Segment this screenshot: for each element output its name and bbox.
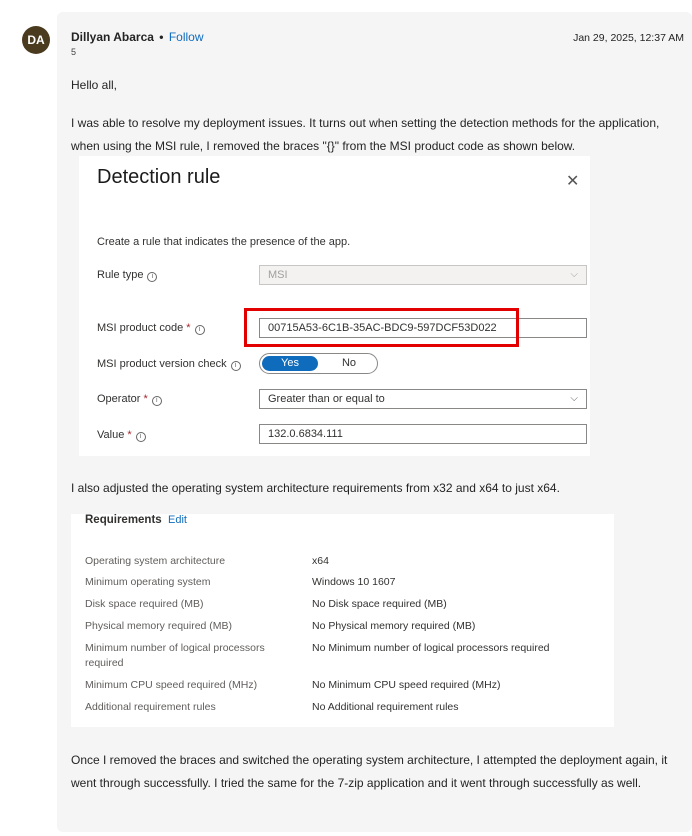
operator-label-text: Operator: [97, 393, 141, 405]
toggle-yes[interactable]: Yes: [262, 356, 318, 371]
info-icon[interactable]: i: [151, 396, 162, 406]
version-check-toggle[interactable]: Yes No: [259, 353, 378, 374]
required-asterisk: *: [127, 429, 132, 441]
paragraph-architecture: I also adjusted the operating system arc…: [71, 481, 560, 495]
toggle-no[interactable]: No: [322, 356, 376, 371]
operator-label: Operator * i: [97, 393, 162, 406]
post-date: Jan 29, 2025, 12:37 AM: [573, 32, 684, 44]
required-asterisk: *: [186, 322, 191, 334]
info-icon[interactable]: i: [230, 361, 241, 371]
requirement-key: Additional requirement rules: [85, 701, 216, 713]
info-icon[interactable]: i: [194, 325, 205, 335]
requirement-value: No Additional requirement rules: [312, 701, 459, 713]
paragraph-greeting: Hello all,: [71, 78, 118, 92]
version-check-label-text: MSI product version check: [97, 358, 227, 370]
requirement-value: No Disk space required (MB): [312, 598, 447, 610]
operator-select[interactable]: Greater than or equal to ⌵: [259, 389, 587, 409]
detection-rule-description: Create a rule that indicates the presenc…: [97, 236, 351, 248]
requirements-edit-link[interactable]: Edit: [168, 514, 187, 526]
product-code-label: MSI product code * i: [97, 322, 205, 335]
value-label-text: Value: [97, 429, 125, 441]
requirement-value: x64: [312, 555, 329, 567]
red-highlight-box: [244, 308, 519, 347]
requirement-value: Windows 10 1607: [312, 576, 396, 588]
rule-type-label-text: Rule type: [97, 269, 144, 281]
requirement-key: Physical memory required (MB): [85, 620, 233, 632]
requirement-value: No Physical memory required (MB): [312, 620, 476, 632]
info-icon[interactable]: i: [147, 272, 158, 282]
value-label: Value * i: [97, 429, 146, 442]
paragraph-resolution: I was able to resolve my deployment issu…: [71, 116, 660, 153]
requirement-key: Minimum number of logical processors req…: [85, 642, 265, 669]
author-rank: 5: [71, 47, 77, 57]
chevron-down-icon: ⌵: [570, 393, 578, 404]
requirement-value: No Minimum CPU speed required (MHz): [312, 679, 501, 691]
version-check-label: MSI product version check i: [97, 358, 241, 371]
requirements-panel: Requirements Edit Operating system archi…: [71, 514, 614, 727]
paragraph-conclusion: Once I removed the braces and switched t…: [71, 753, 668, 790]
avatar[interactable]: DA: [22, 26, 50, 54]
rule-type-value: MSI: [268, 269, 288, 281]
requirement-key: Minimum operating system: [85, 576, 211, 588]
chevron-down-icon: ⌵: [570, 269, 578, 280]
required-asterisk: *: [143, 393, 148, 405]
follow-link[interactable]: Follow: [169, 30, 204, 44]
close-icon[interactable]: ✕: [566, 171, 579, 191]
operator-value: Greater than or equal to: [268, 393, 385, 405]
product-code-label-text: MSI product code: [97, 322, 184, 334]
rule-type-select[interactable]: MSI ⌵: [259, 265, 587, 285]
author-name[interactable]: Dillyan Abarca: [71, 30, 154, 44]
detection-rule-title: Detection rule: [97, 166, 221, 188]
requirement-key: Operating system architecture: [85, 555, 226, 567]
requirement-key: Minimum CPU speed required (MHz): [85, 679, 258, 691]
post-header: Dillyan Abarca • Follow: [71, 30, 204, 44]
requirements-title: Requirements: [85, 514, 162, 526]
info-icon[interactable]: i: [135, 432, 146, 442]
requirement-key: Disk space required (MB): [85, 598, 204, 610]
separator-dot: •: [159, 30, 164, 44]
detection-rule-panel: Detection rule ✕ Create a rule that indi…: [79, 156, 590, 456]
requirement-value: No Minimum number of logical processors …: [312, 642, 550, 654]
rule-type-label: Rule type i: [97, 269, 158, 282]
value-input[interactable]: 132.0.6834.111: [259, 424, 587, 444]
